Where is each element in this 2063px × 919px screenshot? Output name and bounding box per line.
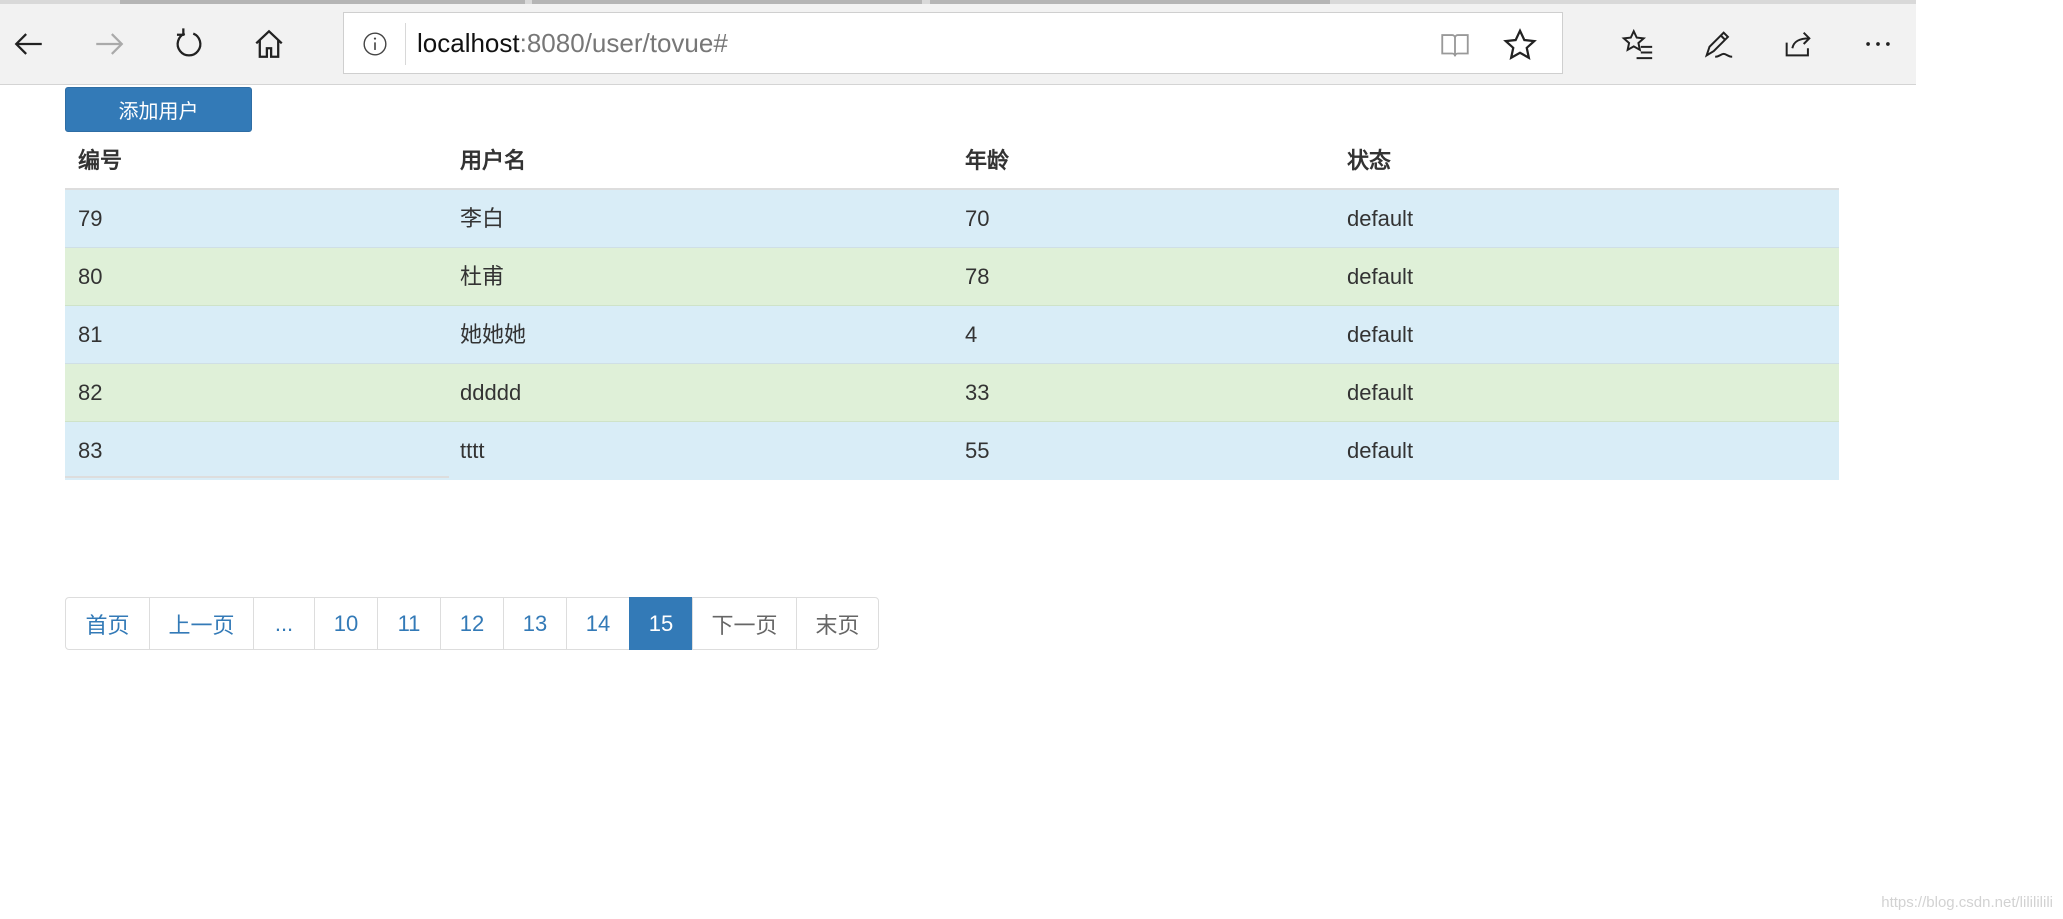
browser-toolbar: localhost:8080/user/tovue# — [0, 0, 1916, 85]
cell-username: ddddd — [460, 380, 522, 405]
url-path: :8080/user/tovue# — [519, 28, 728, 58]
user-table: 编号 用户名 年龄 状态 79 李白 70 default 80 杜甫 78 d… — [65, 140, 1839, 480]
favorite-star-icon[interactable] — [1502, 27, 1538, 63]
cell-age: 33 — [965, 380, 990, 405]
table-row: 82 ddddd 33 default — [65, 364, 1839, 422]
page-link-10[interactable]: 10 — [314, 597, 378, 650]
url-text[interactable]: localhost:8080/user/tovue# — [417, 27, 728, 59]
address-separator — [405, 23, 406, 65]
cell-id: 83 — [78, 438, 103, 463]
cell-status: default — [1347, 438, 1414, 463]
page-first-link[interactable]: 首页 — [65, 597, 150, 650]
cell-id: 79 — [78, 206, 103, 231]
cell-status: default — [1347, 322, 1414, 347]
table-row: 79 李白 70 default — [65, 190, 1839, 248]
refresh-button[interactable] — [165, 20, 213, 68]
more-button[interactable] — [1854, 20, 1902, 68]
home-button[interactable] — [245, 20, 293, 68]
page-ellipsis: ... — [253, 597, 315, 650]
header-status: 状态 — [1347, 148, 1392, 173]
page-next-link[interactable]: 下一页 — [692, 597, 797, 650]
cell-username: tttt — [460, 438, 485, 463]
page-last-link[interactable]: 末页 — [796, 597, 879, 650]
cell-age: 4 — [965, 322, 978, 347]
pagination: 首页 上一页 ... 10 11 12 13 14 15 下一页 末页 — [65, 597, 879, 650]
web-note-button[interactable] — [1694, 20, 1742, 68]
cell-age: 70 — [965, 206, 990, 231]
page-link-13[interactable]: 13 — [503, 597, 567, 650]
cell-age: 78 — [965, 264, 990, 289]
page-link-11[interactable]: 11 — [377, 597, 441, 650]
page-link-current[interactable]: 15 — [629, 597, 693, 650]
share-button[interactable] — [1774, 20, 1822, 68]
reading-view-icon[interactable] — [1438, 28, 1472, 62]
cell-id: 82 — [78, 380, 103, 405]
share-icon — [1785, 31, 1811, 57]
cell-id: 80 — [78, 264, 103, 289]
table-row: 81 她她她 4 default — [65, 306, 1839, 364]
favorites-list-icon — [1621, 28, 1653, 60]
favorites-hub-button[interactable] — [1614, 20, 1662, 68]
cell-username: 李白 — [460, 206, 505, 231]
tab-segment[interactable] — [120, 0, 525, 4]
cell-status: default — [1347, 206, 1414, 231]
cell-username: 杜甫 — [460, 264, 505, 289]
refresh-icon — [176, 28, 202, 57]
header-age: 年龄 — [965, 148, 1010, 173]
tab-strip — [0, 0, 1916, 4]
page-link-12[interactable]: 12 — [440, 597, 504, 650]
ellipsis-icon — [1866, 42, 1890, 46]
home-icon — [255, 29, 283, 58]
table-row: 83 tttt 55 default — [65, 422, 1839, 480]
cell-status: default — [1347, 264, 1414, 289]
table-bottom-border — [65, 476, 449, 478]
forward-button[interactable] — [85, 20, 133, 68]
tab-segment[interactable] — [532, 0, 922, 4]
pen-icon — [1704, 31, 1733, 58]
info-icon[interactable] — [362, 31, 388, 57]
add-user-button[interactable]: 添加用户 — [65, 87, 252, 132]
cell-age: 55 — [965, 438, 990, 463]
address-bar[interactable]: localhost:8080/user/tovue# — [343, 12, 1563, 74]
table-header: 编号 用户名 年龄 状态 — [65, 140, 1839, 190]
arrow-left-icon — [14, 33, 42, 55]
page-link-14[interactable]: 14 — [566, 597, 630, 650]
arrow-right-icon — [96, 33, 124, 55]
cell-id: 81 — [78, 322, 103, 347]
watermark: https://blog.csdn.net/lilililili — [1881, 894, 2053, 911]
page-prev-link[interactable]: 上一页 — [149, 597, 254, 650]
cell-status: default — [1347, 380, 1414, 405]
header-id: 编号 — [78, 148, 123, 173]
header-username: 用户名 — [460, 148, 527, 173]
url-host: localhost — [417, 28, 520, 58]
tab-segment[interactable] — [930, 0, 1330, 4]
table-row: 80 杜甫 78 default — [65, 248, 1839, 306]
back-button[interactable] — [5, 20, 53, 68]
cell-username: 她她她 — [460, 322, 527, 347]
